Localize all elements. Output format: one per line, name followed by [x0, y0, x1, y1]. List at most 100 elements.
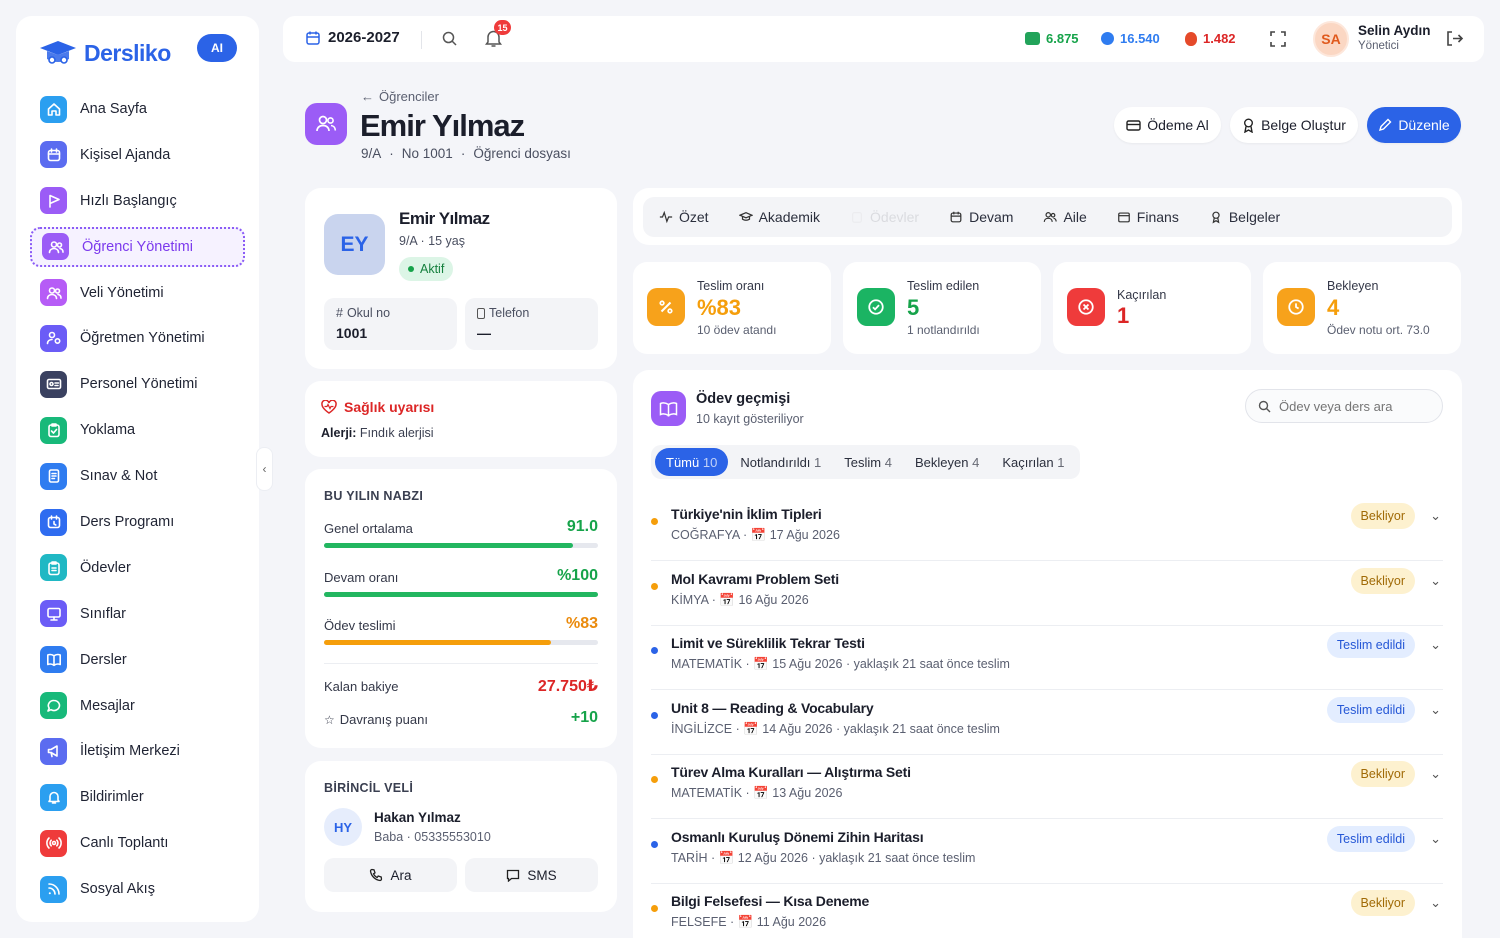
- sidebar-item-ana-sayfa[interactable]: Ana Sayfa: [30, 89, 245, 129]
- sms-button[interactable]: SMS: [465, 858, 598, 892]
- primary-parent-card: BİRİNCİL VELİ HY Hakan Yılmaz Baba · 053…: [305, 761, 617, 912]
- sidebar-item-yoklama[interactable]: Yoklama: [30, 410, 245, 450]
- sidebar-item-öğretmen-yönetimi[interactable]: Öğretmen Yönetimi: [30, 318, 245, 358]
- star-icon: ☆: [324, 712, 335, 727]
- percent-icon: [647, 288, 685, 326]
- student-avatar: EY: [324, 214, 385, 275]
- homework-search-input[interactable]: [1279, 398, 1429, 414]
- filter-kaçırılan[interactable]: Kaçırılan 1: [991, 448, 1075, 476]
- parent-name: Hakan Yılmaz: [374, 810, 461, 825]
- user-role: Yönetici: [1358, 40, 1399, 52]
- chevron-down-icon[interactable]: ⌄: [1430, 702, 1441, 718]
- tab-belgeler[interactable]: Belgeler: [1209, 209, 1280, 225]
- homework-row[interactable]: Limit ve Süreklilik Tekrar Testi MATEMAT…: [651, 626, 1443, 691]
- homework-title: Unit 8 — Reading & Vocabulary: [671, 699, 874, 716]
- tab-akademik[interactable]: Akademik: [738, 209, 820, 225]
- sidebar-item-ders-programı[interactable]: Ders Programı: [30, 502, 245, 542]
- sidebar-item-mesajlar[interactable]: Mesajlar: [30, 686, 245, 726]
- sidebar-item-label: Sınıflar: [80, 605, 126, 622]
- tab-finans[interactable]: Finans: [1117, 209, 1179, 225]
- chevron-down-icon[interactable]: ⌄: [1430, 508, 1441, 524]
- sidebar-item-dersler[interactable]: Dersler: [30, 640, 245, 680]
- homework-meta: MATEMATİK · 📅 15 Ağu 2026 · yaklaşık 21 …: [671, 657, 1010, 671]
- parent-title: BİRİNCİL VELİ: [324, 781, 414, 795]
- graduation-cap-icon: [40, 41, 76, 64]
- create-document-button[interactable]: Belge Oluştur: [1230, 107, 1358, 143]
- homework-row[interactable]: Mol Kavramı Problem Seti KİMYA · 📅 16 Ağ…: [651, 562, 1443, 626]
- sidebar-item-veli-yönetimi[interactable]: Veli Yönetimi: [30, 273, 245, 313]
- kpi-card-x-circle: Kaçırılan 1: [1053, 262, 1251, 354]
- chat-icon: [40, 692, 67, 720]
- homework-meta: TARİH · 📅 12 Ağu 2026 · yaklaşık 21 saat…: [671, 850, 976, 865]
- sidebar-collapse-button[interactable]: ‹: [256, 447, 273, 491]
- sidebar-item-canlı-toplantı[interactable]: Canlı Toplantı: [30, 823, 245, 863]
- chevron-down-icon[interactable]: ⌄: [1430, 573, 1441, 589]
- sidebar-item-sosyal-akış[interactable]: Sosyal Akış: [30, 869, 245, 909]
- sidebar-item-ödevler[interactable]: Ödevler: [30, 548, 245, 588]
- sidebar-item-personel-yönetimi[interactable]: Personel Yönetimi: [30, 364, 245, 404]
- student-meta: 9/A · 15 yaş: [399, 234, 466, 248]
- calendar-icon: 📅: [753, 657, 769, 671]
- homework-row[interactable]: Türkiye'nin İklim Tipleri COĞRAFYA · 📅 1…: [651, 497, 1443, 562]
- history-subtitle: 10 kayıt gösteriliyor: [696, 412, 804, 426]
- edit-button[interactable]: Düzenle: [1367, 107, 1461, 143]
- brand-name: Dersliko: [84, 39, 171, 66]
- users-icon: [42, 233, 69, 261]
- sidebar-item-i-letişim-merkezi[interactable]: İletişim Merkezi: [30, 731, 245, 771]
- kpi-sub: 10 ödev atandı: [697, 323, 777, 337]
- phone-icon: [370, 868, 383, 882]
- homework-row[interactable]: Osmanlı Kuruluş Dönemi Zihin Haritası TA…: [651, 820, 1443, 884]
- filter-notlandırıldı[interactable]: Notlandırıldı 1: [729, 448, 832, 476]
- chevron-down-icon[interactable]: ⌄: [1430, 831, 1441, 847]
- filter-tümü[interactable]: Tümü 10: [655, 448, 729, 476]
- tab-özet[interactable]: Özet: [659, 209, 709, 225]
- calendar-clock-icon: [40, 508, 67, 536]
- notifications-button[interactable]: 15: [484, 20, 511, 51]
- logout-icon[interactable]: [1445, 29, 1464, 48]
- chevron-down-icon[interactable]: ⌄: [1430, 766, 1441, 782]
- sidebar-item-sınav-not[interactable]: Sınav & Not: [30, 456, 245, 496]
- homework-progress-bar: [324, 640, 598, 645]
- breadcrumb-back-link[interactable]: ← Öğrenciler: [361, 89, 439, 104]
- tab-devam[interactable]: Devam: [949, 209, 1013, 225]
- chevron-down-icon[interactable]: ⌄: [1430, 637, 1441, 653]
- pencil-icon: [1379, 118, 1392, 132]
- sidebar-item-bildirimler[interactable]: Bildirimler: [30, 777, 245, 817]
- tab-aile[interactable]: Aile: [1043, 209, 1087, 225]
- ai-badge[interactable]: AI: [197, 34, 237, 62]
- search-icon[interactable]: [441, 30, 458, 47]
- homework-row[interactable]: Bilgi Felsefesi — Kısa Deneme FELSEFE · …: [651, 884, 1443, 938]
- user-avatar[interactable]: SA: [1313, 21, 1349, 57]
- sidebar-item-label: Sosyal Akış: [80, 881, 155, 898]
- phone-value: —: [477, 325, 491, 341]
- fullscreen-icon[interactable]: [1269, 30, 1287, 48]
- sidebar-item-sınıflar[interactable]: Sınıflar: [30, 594, 245, 634]
- user-info[interactable]: Selin Aydın Yönetici: [1358, 23, 1431, 52]
- tab-ödevler[interactable]: Ödevler: [850, 209, 919, 225]
- sidebar-item-label: Bildirimler: [80, 789, 144, 806]
- wallet-icon: [1117, 212, 1130, 223]
- award-icon: [1212, 211, 1220, 224]
- status-dot: [408, 266, 414, 272]
- brand-logo[interactable]: Dersliko: [38, 38, 171, 68]
- sidebar-item-label: Canlı Toplantı: [80, 835, 169, 852]
- sidebar-item-hızlı-başlangıç[interactable]: Hızlı Başlangıç: [30, 181, 245, 221]
- homework-row[interactable]: Türev Alma Kuralları — Alıştırma Seti MA…: [651, 755, 1443, 820]
- filter-bekleyen[interactable]: Bekleyen 4: [904, 448, 990, 476]
- topbar: 2026-2027 15 6.875 16.540 1.482 SA Selin…: [283, 16, 1484, 62]
- sidebar-item-kişisel-ajanda[interactable]: Kişisel Ajanda: [30, 135, 245, 175]
- homework-search-box[interactable]: [1245, 389, 1443, 423]
- chevron-down-icon[interactable]: ⌄: [1430, 895, 1441, 911]
- payment-button[interactable]: Ödeme Al: [1114, 107, 1221, 143]
- credit-card-icon: [1126, 119, 1141, 131]
- filter-teslim[interactable]: Teslim 4: [833, 448, 903, 476]
- profile-card: EY Emir Yılmaz 9/A · 15 yaş Aktif # Okul …: [305, 188, 617, 369]
- sidebar-item-öğrenci-yönetimi[interactable]: Öğrenci Yönetimi: [30, 226, 245, 267]
- average-metric: Genel ortalama 91.0: [324, 518, 598, 548]
- clipboard-icon: [40, 554, 67, 582]
- page-title: Emir Yılmaz: [360, 108, 525, 143]
- academic-year-selector[interactable]: 2026-2027: [305, 29, 400, 46]
- call-button[interactable]: Ara: [324, 858, 457, 892]
- average-progress-bar: [324, 543, 598, 548]
- homework-row[interactable]: Unit 8 — Reading & Vocabulary İNGİLİZCE …: [651, 691, 1443, 755]
